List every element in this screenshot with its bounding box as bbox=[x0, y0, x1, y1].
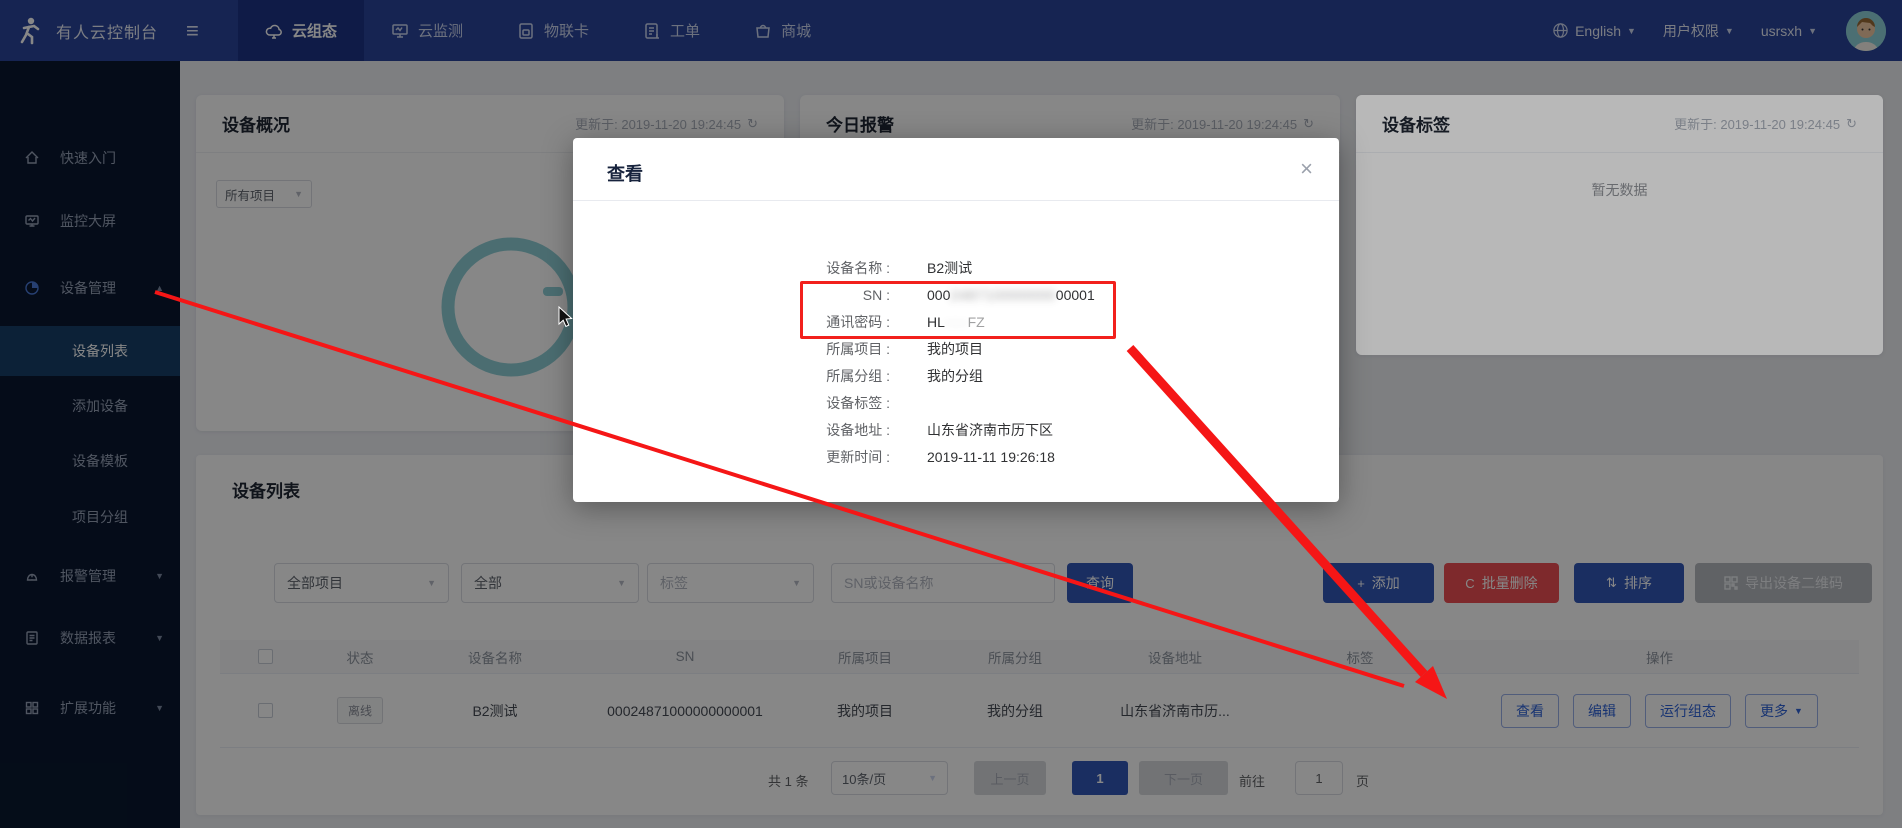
field-label: 设备标签 : bbox=[673, 390, 890, 417]
card-updated: 更新于: 2019-11-20 19:24:45 ↻ bbox=[1674, 114, 1857, 133]
field-label: 更新时间 : bbox=[673, 444, 890, 471]
field-address: 设备地址 : 山东省济南市历下区 bbox=[573, 417, 1339, 444]
field-tags: 设备标签 : bbox=[573, 390, 1339, 417]
updated-text: 更新于: 2019-11-20 19:24:45 bbox=[1674, 114, 1840, 133]
field-updated-time: 更新时间 : 2019-11-11 19:26:18 bbox=[573, 444, 1339, 471]
field-value: B2测试 bbox=[927, 255, 972, 282]
field-comm-password: 通讯密码 : HL····FZ bbox=[573, 309, 1339, 336]
app-window: 有人云控制台 ≡ 云组态 云监测 物联卡 工单 商城 bbox=[0, 0, 1902, 828]
refresh-icon[interactable]: ↻ bbox=[1846, 116, 1857, 132]
empty-state-text: 暂无数据 bbox=[1356, 180, 1883, 200]
field-value: HL····FZ bbox=[927, 309, 985, 336]
device-tags-card: 设备标签 更新于: 2019-11-20 19:24:45 ↻ 暂无数据 bbox=[1356, 95, 1883, 355]
field-project: 所属项目 : 我的项目 bbox=[573, 336, 1339, 363]
field-label: 通讯密码 : bbox=[673, 309, 890, 336]
divider bbox=[573, 200, 1339, 201]
field-label: SN : bbox=[673, 282, 890, 309]
field-label: 所属分组 : bbox=[673, 363, 890, 390]
field-label: 设备地址 : bbox=[673, 417, 890, 444]
card-title: 设备标签 bbox=[1382, 111, 1450, 136]
field-group: 所属分组 : 我的分组 bbox=[573, 363, 1339, 390]
view-device-modal: 查看 × 设备名称 : B2测试 SN : 000248710000000000… bbox=[573, 138, 1339, 502]
field-value: 山东省济南市历下区 bbox=[927, 417, 1053, 444]
card-header: 设备标签 更新于: 2019-11-20 19:24:45 ↻ bbox=[1356, 95, 1883, 153]
field-device-name: 设备名称 : B2测试 bbox=[573, 255, 1339, 282]
field-value: 2019-11-11 19:26:18 bbox=[927, 444, 1055, 471]
field-label: 设备名称 : bbox=[673, 255, 890, 282]
field-label: 所属项目 : bbox=[673, 336, 890, 363]
redacted-text: ···· bbox=[945, 314, 968, 330]
modal-title: 查看 bbox=[607, 160, 643, 186]
close-icon[interactable]: × bbox=[1300, 156, 1313, 182]
field-sn: SN : 00024871000000000001 bbox=[573, 282, 1339, 309]
redacted-text: 248710000000 bbox=[950, 287, 1055, 303]
field-value: 我的分组 bbox=[927, 363, 983, 390]
field-value: 00024871000000000001 bbox=[927, 282, 1095, 309]
field-value: 我的项目 bbox=[927, 336, 983, 363]
